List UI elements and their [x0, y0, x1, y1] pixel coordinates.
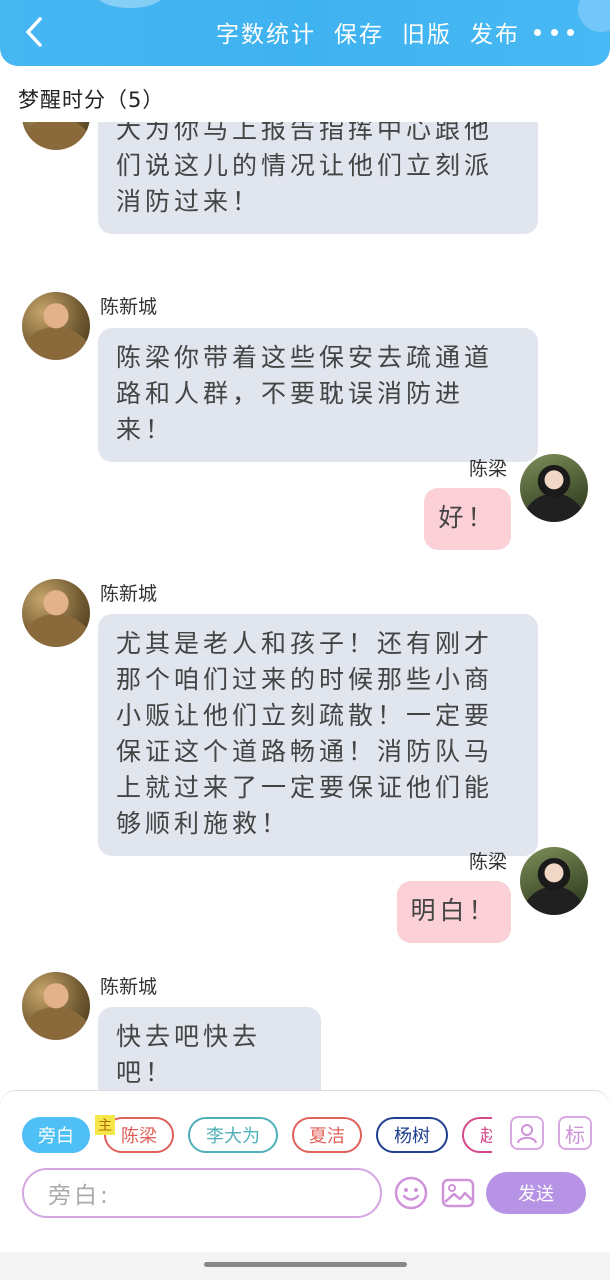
role-li-dawei[interactable]: 李大为 [188, 1117, 278, 1153]
header-actions: 字数统计 保存 旧版 发布 [216, 12, 538, 52]
avatar[interactable] [520, 847, 588, 915]
avatar[interactable] [22, 579, 90, 647]
sender-name: 陈梁 [469, 851, 508, 873]
role-xia-jie[interactable]: 夏洁 [292, 1117, 362, 1153]
chat-title: 梦醒时分（5） [18, 88, 165, 112]
header-decoration [95, 0, 165, 8]
message-bubble[interactable]: 好！ [424, 488, 511, 550]
message-input[interactable]: 旁白: [22, 1168, 382, 1218]
send-button[interactable]: 发送 [486, 1172, 586, 1214]
sender-name: 陈梁 [469, 458, 508, 480]
main-role-badge: 主 [95, 1115, 115, 1135]
more-button[interactable] [534, 22, 574, 42]
publish-button[interactable]: 发布 [470, 15, 520, 49]
avatar[interactable] [22, 292, 90, 360]
word-count-button[interactable]: 字数统计 [216, 15, 316, 49]
message-bubble[interactable]: 尤其是老人和孩子！还有刚才那个咱们过来的时候那些小商小贩让他们立刻疏散！一定要保… [98, 614, 538, 856]
sender-name: 陈新城 [100, 583, 158, 605]
role-selector[interactable]: 旁白 陈梁 李大为 夏洁 杨树 赵 [22, 1115, 492, 1155]
avatar[interactable] [22, 972, 90, 1040]
save-button[interactable]: 保存 [334, 15, 384, 49]
old-version-button[interactable]: 旧版 [402, 15, 452, 49]
image-icon [441, 1178, 475, 1208]
character-button[interactable] [510, 1116, 544, 1150]
chevron-left-icon [26, 17, 42, 47]
back-button[interactable] [18, 14, 52, 50]
sender-name: 陈新城 [100, 296, 158, 318]
home-indicator[interactable] [204, 1262, 407, 1267]
message-bubble[interactable]: 明白！ [397, 881, 511, 943]
message-bubble[interactable]: 大为你马上报告指挥中心跟他们说这儿的情况让他们立刻派消防过来！ [98, 122, 538, 234]
more-dots-icon [534, 28, 541, 36]
sender-name: 陈新城 [100, 976, 158, 998]
tag-button[interactable]: 标 [558, 1116, 592, 1150]
role-zhao[interactable]: 赵 [462, 1117, 492, 1153]
message-bubble[interactable]: 陈梁你带着这些保安去疏通道路和人群，不要耽误消防进来！ [98, 328, 538, 462]
message-bubble[interactable]: 快去吧快去吧！ [98, 1007, 321, 1090]
top-bar: 字数统计 保存 旧版 发布 [0, 0, 610, 66]
header-decoration [578, 0, 610, 32]
emoji-button[interactable] [393, 1175, 429, 1211]
avatar[interactable] [520, 454, 588, 522]
message-list[interactable]: 大为你马上报告指挥中心跟他们说这儿的情况让他们立刻派消防过来！ 陈新城 陈梁你带… [0, 122, 610, 1090]
role-yang-shu[interactable]: 杨树 [376, 1117, 448, 1153]
person-icon [517, 1124, 537, 1144]
role-narrator[interactable]: 旁白 [22, 1117, 90, 1153]
smile-icon [394, 1176, 428, 1210]
avatar[interactable] [22, 122, 90, 150]
image-button[interactable] [440, 1175, 476, 1211]
